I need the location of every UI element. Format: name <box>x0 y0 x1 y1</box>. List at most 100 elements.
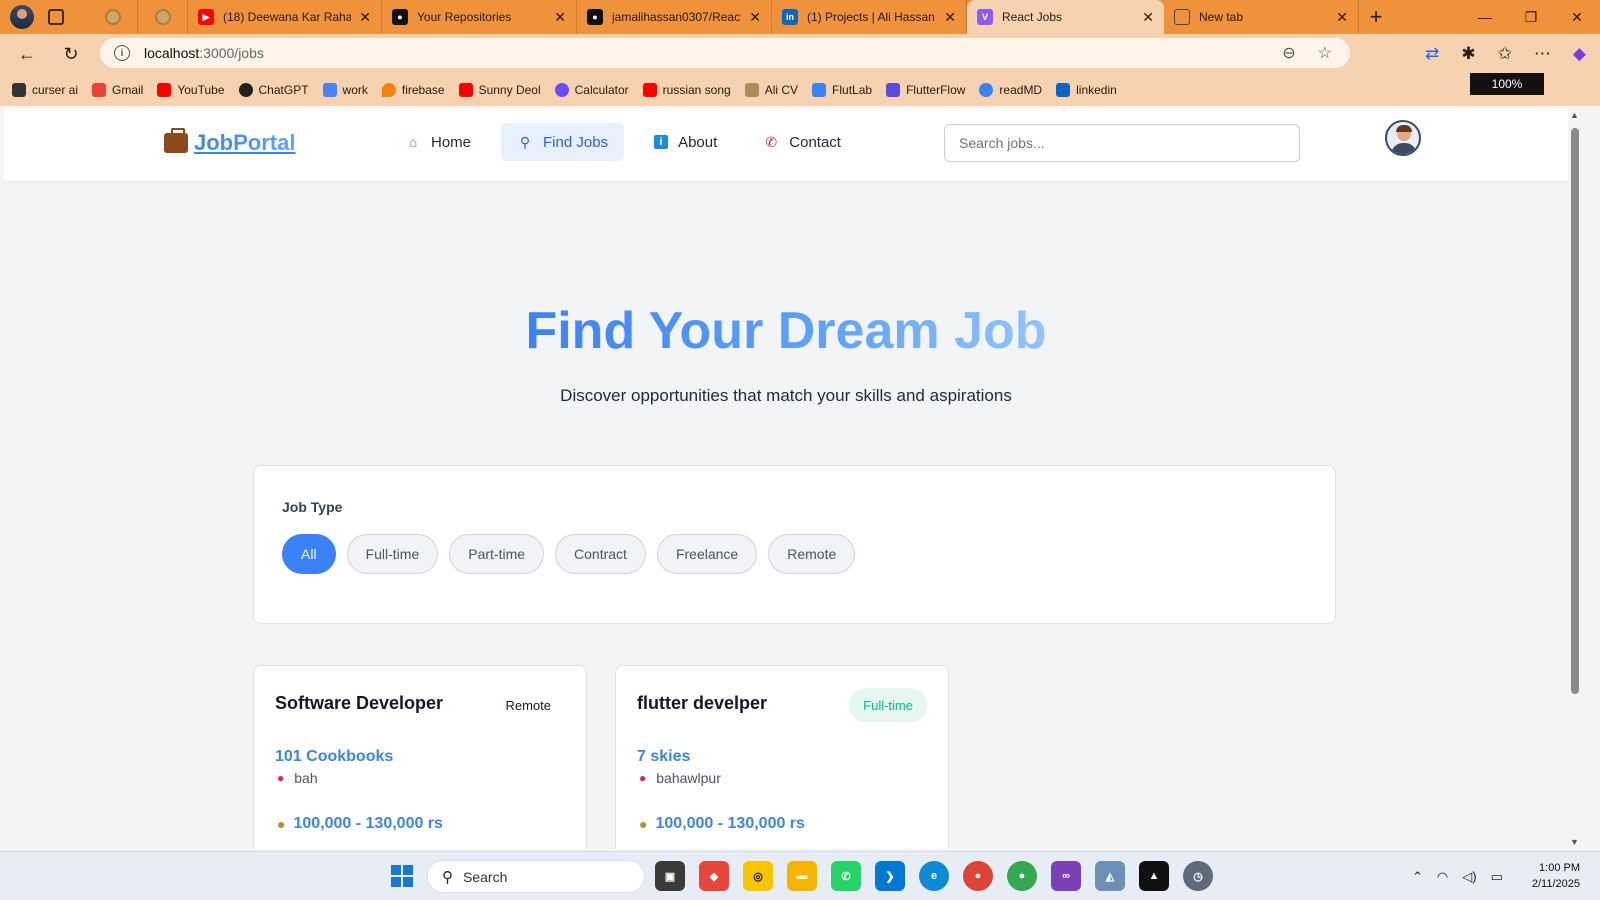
taskbar-clock[interactable]: 1:00 PM 2/11/2025 <box>1532 860 1580 892</box>
nav-home[interactable]: ⌂ Home <box>389 123 487 161</box>
taskbar-apps: ▣ ◆ ◎ ▬ ✆ ❯ e ● ● ∞ ◭ ▲ ◷ <box>655 861 1213 891</box>
task-view-icon[interactable]: ▣ <box>655 861 685 891</box>
filter-full-time[interactable]: Full-time <box>346 534 439 574</box>
browser-profile-avatar[interactable] <box>10 5 34 29</box>
bookmark-work[interactable]: work <box>322 83 368 97</box>
tab-github-react[interactable]: ● jamalihassan0307/React-J... ✕ <box>577 0 772 34</box>
filter-contract[interactable]: Contract <box>555 534 646 574</box>
job-title[interactable]: flutter develper <box>637 693 767 714</box>
tab-title: New tab <box>1199 10 1244 24</box>
new-tab-button[interactable]: + <box>1359 0 1393 34</box>
wifi-icon[interactable]: ◠ <box>1437 869 1448 885</box>
job-card[interactable]: Software Developer Remote 101 Cookbooks … <box>253 665 587 849</box>
chrome-icon[interactable]: ● <box>963 861 993 891</box>
close-tab-icon[interactable]: ✕ <box>554 9 566 26</box>
filter-remote[interactable]: Remote <box>768 534 856 574</box>
close-window-icon[interactable]: ✕ <box>1554 0 1600 34</box>
taskbar-search[interactable]: ⚲ Search <box>427 860 645 893</box>
scroll-up-icon[interactable]: ▲ <box>1570 110 1579 120</box>
job-search-input[interactable] <box>944 124 1300 162</box>
restore-icon[interactable]: ❐ <box>1508 0 1554 34</box>
nav-about[interactable]: i About <box>638 123 733 161</box>
filter-all[interactable]: All <box>282 534 336 574</box>
favorite-star-icon[interactable]: ☆ <box>1318 43 1332 63</box>
back-arrow-icon[interactable]: ← <box>9 36 45 72</box>
tab-youtube[interactable]: ▶ (18) Deewana Kar Raha H... ✕ <box>188 0 382 34</box>
bookmark-sunny-deol[interactable]: Sunny Deol <box>458 83 541 97</box>
bookmark-label: FlutLab <box>832 83 873 97</box>
close-tab-icon[interactable]: ✕ <box>749 9 761 26</box>
bookmark-curser-ai[interactable]: curser ai <box>12 83 78 97</box>
minimize-icon[interactable]: — <box>1462 0 1508 34</box>
bookmark-youtube[interactable]: YouTube <box>157 83 225 97</box>
bookmark-linkedin[interactable]: linkedin <box>1056 83 1117 97</box>
vscode-icon[interactable]: ❯ <box>875 861 905 891</box>
company-name[interactable]: 101 Cookbooks <box>275 748 393 766</box>
bookmark-firebase[interactable]: firebase <box>381 83 445 97</box>
filter-freelance[interactable]: Freelance <box>656 534 758 574</box>
pinned-tab-2[interactable] <box>138 0 188 34</box>
file-explorer-icon[interactable]: ▬ <box>787 861 817 891</box>
clock-time: 1:00 PM <box>1539 862 1580 874</box>
bookmark-flutterflow[interactable]: FlutterFlow <box>886 83 965 97</box>
tab-react-jobs[interactable]: V React Jobs ✕ <box>967 0 1164 34</box>
battery-icon[interactable]: ▭ <box>1491 869 1503 885</box>
site-info-icon[interactable]: i <box>114 45 130 61</box>
bookmark-flutlab[interactable]: FlutLab <box>812 83 872 97</box>
page-scrollbar[interactable]: ▲ ▼ <box>1568 108 1582 849</box>
tab-linkedin[interactable]: in (1) Projects | Ali Hassan | L... ✕ <box>772 0 967 34</box>
monitor-app-icon[interactable]: ◭ <box>1095 861 1125 891</box>
user-avatar[interactable] <box>1385 120 1421 156</box>
job-card[interactable]: flutter develper Full-time 7 skies ● bah… <box>615 665 949 849</box>
bookmark-gmail[interactable]: Gmail <box>92 83 143 97</box>
nav-label: Home <box>431 133 472 151</box>
zoom-out-icon[interactable]: ⊖ <box>1282 43 1295 63</box>
youtube-icon: ▶ <box>198 9 214 25</box>
scroll-thumb[interactable] <box>1571 128 1579 694</box>
close-tab-icon[interactable]: ✕ <box>944 9 956 26</box>
address-bar[interactable]: i localhost:3000/jobs ⊖ ☆ <box>100 38 1350 68</box>
windows-start-icon[interactable] <box>391 865 413 887</box>
anydesk-icon[interactable]: ◆ <box>699 861 729 891</box>
site-logo[interactable]: JobPortal <box>164 128 295 156</box>
job-title[interactable]: Software Developer <box>275 693 443 714</box>
filter-part-time[interactable]: Part-time <box>449 534 545 574</box>
bookmark-calculator[interactable]: Calculator <box>554 83 629 97</box>
github-icon: ● <box>587 9 603 25</box>
tab-github-repos[interactable]: ● Your Repositories ✕ <box>382 0 577 34</box>
copilot-icon[interactable]: ◆ <box>1573 44 1586 64</box>
pinned-tab-1[interactable] <box>88 0 138 34</box>
close-tab-icon[interactable]: ✕ <box>1142 9 1154 26</box>
company-name[interactable]: 7 skies <box>637 748 690 766</box>
reload-icon[interactable]: ↻ <box>53 36 89 72</box>
clock-app-icon[interactable]: ◷ <box>1183 861 1213 891</box>
workspaces-icon[interactable] <box>48 9 64 25</box>
terminal-app-icon[interactable]: ▲ <box>1139 861 1169 891</box>
chatgpt-icon <box>238 83 253 97</box>
scroll-down-icon[interactable]: ▼ <box>1570 837 1579 847</box>
bookmark-readmd[interactable]: readMD <box>979 83 1042 97</box>
chrome-profile-icon[interactable]: ● <box>1007 861 1037 891</box>
close-tab-icon[interactable]: ✕ <box>359 9 371 26</box>
tab-title: jamalihassan0307/React-J... <box>612 10 741 24</box>
bookmark-chatgpt[interactable]: ChatGPT <box>238 83 309 97</box>
close-tab-icon[interactable]: ✕ <box>1336 9 1348 26</box>
tab-new-tab[interactable]: New tab ✕ <box>1164 0 1359 34</box>
bookmark-label: Calculator <box>574 83 629 97</box>
more-menu-icon[interactable]: ⋯ <box>1534 44 1551 64</box>
bookmark-russian-song[interactable]: russian song <box>642 83 731 97</box>
whatsapp-icon[interactable]: ✆ <box>831 861 861 891</box>
visual-studio-icon[interactable]: ∞ <box>1051 861 1081 891</box>
extensions-icon[interactable]: ✱ <box>1461 44 1475 64</box>
nav-label: Find Jobs <box>543 133 609 151</box>
translate-icon[interactable]: ⇄ <box>1425 44 1439 64</box>
edge-icon[interactable]: e <box>919 861 949 891</box>
linkedin-icon <box>1056 83 1071 97</box>
volume-icon[interactable]: ◁) <box>1462 869 1476 885</box>
favorites-icon[interactable]: ✩ <box>1498 44 1512 64</box>
bookmark-ali-cv[interactable]: Ali CV <box>744 83 798 97</box>
chat-app-icon[interactable]: ◎ <box>743 861 773 891</box>
nav-find-jobs[interactable]: ⚲ Find Jobs <box>501 123 625 161</box>
chevron-up-icon[interactable]: ⌃ <box>1412 869 1423 885</box>
nav-contact[interactable]: ✆ Contact <box>747 123 857 161</box>
